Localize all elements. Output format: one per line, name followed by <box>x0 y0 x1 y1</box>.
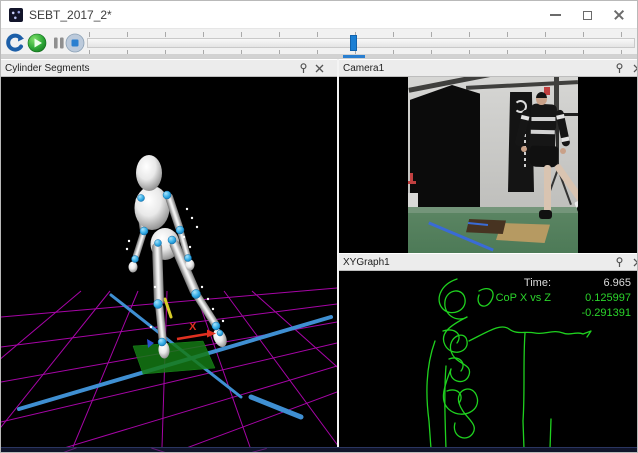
cylinder-segments-header[interactable]: Cylinder Segments <box>1 59 337 77</box>
timeline-substrip <box>1 54 637 58</box>
3d-scene: X <box>1 77 337 447</box>
subject-standing-leg <box>544 165 551 213</box>
force-plate <box>133 341 215 374</box>
timeline-ticks-top <box>89 32 633 37</box>
app-icon <box>9 8 23 22</box>
graph-readout: Time: 6.965 CoP X vs Z 0.125997 -0.29139… <box>469 276 631 321</box>
force-plate-brown <box>466 219 506 234</box>
stop-button[interactable] <box>65 33 85 53</box>
standing-shoe <box>539 210 552 219</box>
play-button[interactable] <box>27 33 47 53</box>
close-panel-icon[interactable] <box>632 63 638 74</box>
time-value: 6.965 <box>557 276 631 291</box>
head <box>136 155 162 191</box>
time-label: Time: <box>469 276 551 291</box>
cop-graph: Time: 6.965 CoP X vs Z 0.125997 -0.29139… <box>339 271 638 447</box>
cop-z-value: -0.291391 <box>557 306 631 321</box>
cop-x-value: 0.125997 <box>557 291 631 306</box>
maximize-button[interactable] <box>571 1 603 29</box>
subject-shorts <box>530 146 559 168</box>
rewind-icon <box>5 33 25 53</box>
maximize-icon <box>583 11 592 20</box>
panel-title: Cylinder Segments <box>5 63 89 74</box>
pin-icon[interactable] <box>614 257 625 268</box>
video-frame <box>408 77 578 253</box>
camera1-panel: Camera1 <box>339 59 638 253</box>
close-icon <box>613 9 625 21</box>
pin-icon[interactable] <box>298 63 309 74</box>
close-button[interactable] <box>603 1 635 29</box>
3d-viewport[interactable]: X <box>1 77 337 447</box>
panel-title: XYGraph1 <box>343 257 390 268</box>
stop-icon <box>65 33 85 53</box>
timeline-track[interactable] <box>87 38 635 48</box>
camera1-header[interactable]: Camera1 <box>339 59 638 77</box>
rewind-button[interactable] <box>5 33 25 53</box>
app-window: SEBT_2017_2* <box>0 0 638 453</box>
title-bar[interactable]: SEBT_2017_2* <box>1 1 637 29</box>
black-curtain <box>410 85 480 209</box>
window-title: SEBT_2017_2* <box>29 8 112 22</box>
pin-icon[interactable] <box>614 63 625 74</box>
minimize-icon <box>550 14 561 16</box>
minimize-button[interactable] <box>539 1 571 29</box>
subject-head <box>536 92 547 105</box>
play-icon <box>27 33 47 53</box>
cylinder-segments-panel: Cylinder Segments <box>1 59 337 447</box>
camera-video <box>339 77 638 253</box>
workspace: Cylinder Segments <box>1 59 638 447</box>
xygraph1-panel: XYGraph1 <box>339 253 638 447</box>
bottom-strip <box>1 447 638 453</box>
xygraph1-header[interactable]: XYGraph1 <box>339 253 638 271</box>
timeline-range-indicator <box>343 55 365 58</box>
series-label: CoP X vs Z <box>469 291 551 306</box>
window-controls <box>539 1 635 29</box>
close-panel-icon[interactable] <box>632 257 638 268</box>
playback-toolbar <box>1 29 637 59</box>
panel-title: Camera1 <box>343 63 384 74</box>
timeline-handle[interactable] <box>350 35 357 51</box>
subject-torso <box>529 103 557 151</box>
axis-x-label: X <box>189 321 197 333</box>
close-panel-icon[interactable] <box>314 63 325 74</box>
